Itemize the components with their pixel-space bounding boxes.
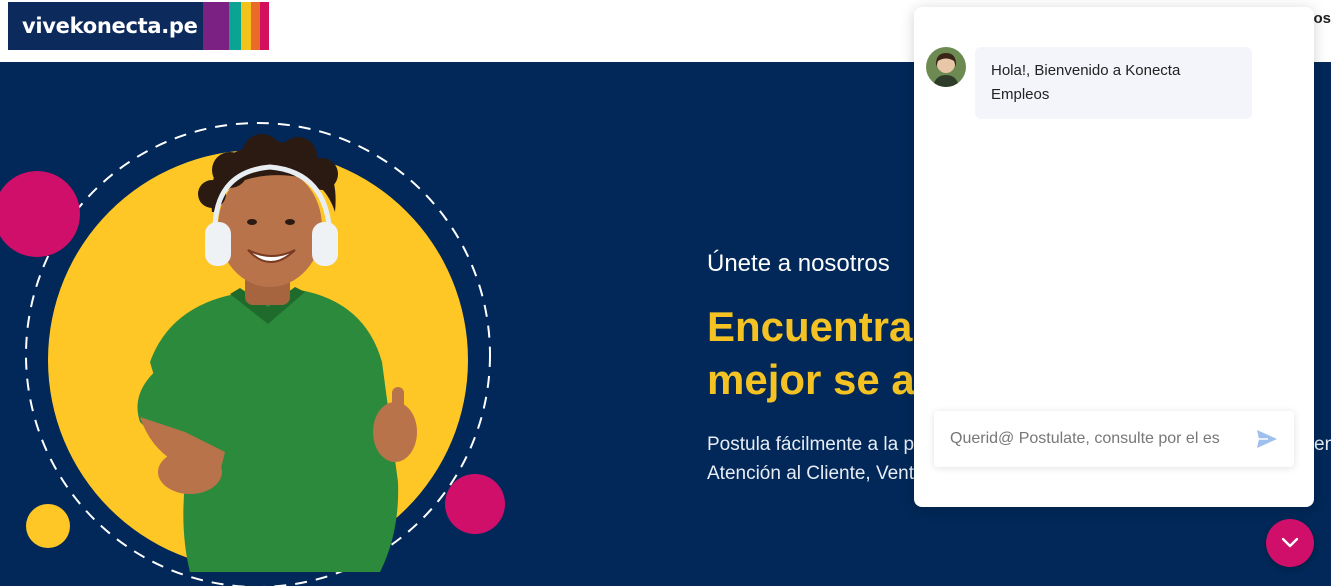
site-logo[interactable]: vivekonecta.pe (8, 2, 269, 50)
hero-illustration (0, 122, 505, 586)
magenta-circle-large (0, 171, 80, 257)
chat-panel: Hola!, Bienvenido a Konecta Empleos (914, 7, 1314, 507)
chat-message-bubble: Hola!, Bienvenido a Konecta Empleos (975, 47, 1252, 119)
logo-stripes (203, 2, 269, 50)
chat-input-box (934, 411, 1294, 467)
magenta-circle-small (445, 474, 505, 534)
bot-avatar (926, 47, 966, 87)
yellow-dot (26, 504, 70, 548)
send-icon[interactable] (1256, 429, 1278, 449)
hero-desc-edge: en (1314, 434, 1331, 455)
logo-text: vivekonecta.pe (22, 14, 198, 38)
chevron-down-icon (1281, 537, 1299, 548)
hero-subtitle: Únete a nosotros (707, 250, 890, 277)
chat-toggle-button[interactable] (1266, 519, 1314, 567)
chat-input[interactable] (934, 411, 1244, 467)
